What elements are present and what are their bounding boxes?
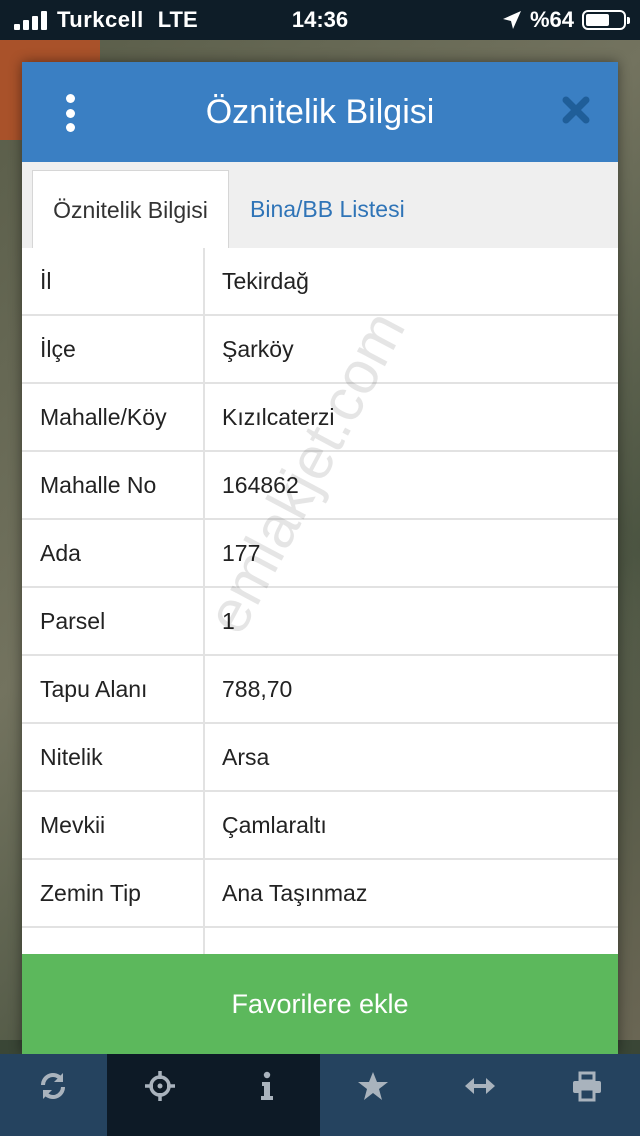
crosshair-icon: [145, 1071, 175, 1101]
row-value: Arsa: [222, 743, 270, 770]
table-row: Zemin Tip Ana Taşınmaz: [22, 860, 618, 928]
row-value: Ana Taşınmaz: [222, 879, 368, 906]
add-to-favorites-button[interactable]: Favorilere ekle: [22, 954, 618, 1054]
row-value: Şarköy: [222, 335, 294, 362]
row-value: Kızılcaterzi: [222, 403, 335, 430]
row-value: Tekirdağ: [222, 267, 309, 294]
battery-percent: %64: [529, 7, 574, 32]
refresh-icon: [41, 1073, 66, 1099]
status-right: %64: [502, 7, 630, 33]
table-row: [22, 928, 618, 954]
row-key: Ada: [22, 520, 205, 586]
table-row: Mahalle No 164862: [22, 452, 618, 520]
attribute-dialog: Öznitelik Bilgisi Öznitelik Bilgisi Bina…: [22, 62, 618, 1054]
row-value: 1: [222, 607, 235, 634]
close-icon[interactable]: [560, 94, 592, 126]
table-row: Mevkii Çamlaraltı: [22, 792, 618, 860]
table-row: Mahalle/Köy Kızılcaterzi: [22, 384, 618, 452]
toolbar-measure[interactable]: [427, 1054, 534, 1136]
row-value: 177: [222, 539, 261, 566]
tab-building-list[interactable]: Bina/BB Listesi: [236, 170, 419, 248]
row-key: Zemin Tip: [22, 860, 205, 926]
toolbar-favorites[interactable]: [320, 1054, 427, 1136]
tab-attribute-info[interactable]: Öznitelik Bilgisi: [32, 170, 229, 249]
row-value: 164862: [222, 471, 299, 498]
dialog-header: Öznitelik Bilgisi: [22, 62, 618, 162]
attribute-table: İl Tekirdağ İlçe Şarköy Mahalle/Köy Kızılca…: [22, 248, 618, 954]
row-key: Tapu Alanı: [22, 656, 205, 722]
star-icon: [358, 1072, 389, 1100]
row-key: Mahalle No: [22, 452, 205, 518]
row-value: 788,70: [222, 675, 293, 702]
more-vertical-icon[interactable]: [62, 94, 78, 132]
table-row: Nitelik Arsa: [22, 724, 618, 792]
row-key: Mevkii: [22, 792, 205, 858]
battery-fill: [586, 14, 610, 26]
row-key: [22, 928, 205, 954]
status-bar: Turkcell LTE 14:36 %64: [0, 0, 640, 40]
row-value: [205, 928, 618, 954]
tab-bar: Öznitelik Bilgisi Bina/BB Listesi: [22, 162, 618, 249]
toolbar-refresh[interactable]: [0, 1054, 107, 1136]
signal-strength-icon: [14, 10, 47, 30]
toolbar-print[interactable]: [533, 1054, 640, 1136]
table-row: İlçe Şarköy: [22, 316, 618, 384]
table-row: Tapu Alanı 788,70: [22, 656, 618, 724]
print-icon: [572, 1071, 601, 1102]
table-row: İl Tekirdağ: [22, 248, 618, 316]
row-key: Nitelik: [22, 724, 205, 790]
dialog-title: Öznitelik Bilgisi: [205, 92, 435, 131]
row-key: Mahalle/Köy: [22, 384, 205, 450]
battery-icon: [582, 10, 630, 30]
table-row: Parsel 1: [22, 588, 618, 656]
row-key: İlçe: [22, 316, 205, 382]
toolbar-locate[interactable]: [106, 1054, 214, 1136]
bottom-toolbar: [0, 1054, 640, 1136]
row-value: Çamlaraltı: [222, 811, 327, 838]
carrier-name: Turkcell: [57, 7, 144, 32]
row-key: İl: [22, 248, 205, 314]
info-icon: [260, 1071, 273, 1100]
row-key: Parsel: [22, 588, 205, 654]
network-type: LTE: [157, 7, 198, 32]
horizontal-arrows-icon: [465, 1078, 496, 1094]
toolbar-info[interactable]: [213, 1054, 321, 1136]
location-arrow-icon: [502, 11, 521, 29]
table-row: Ada 177: [22, 520, 618, 588]
